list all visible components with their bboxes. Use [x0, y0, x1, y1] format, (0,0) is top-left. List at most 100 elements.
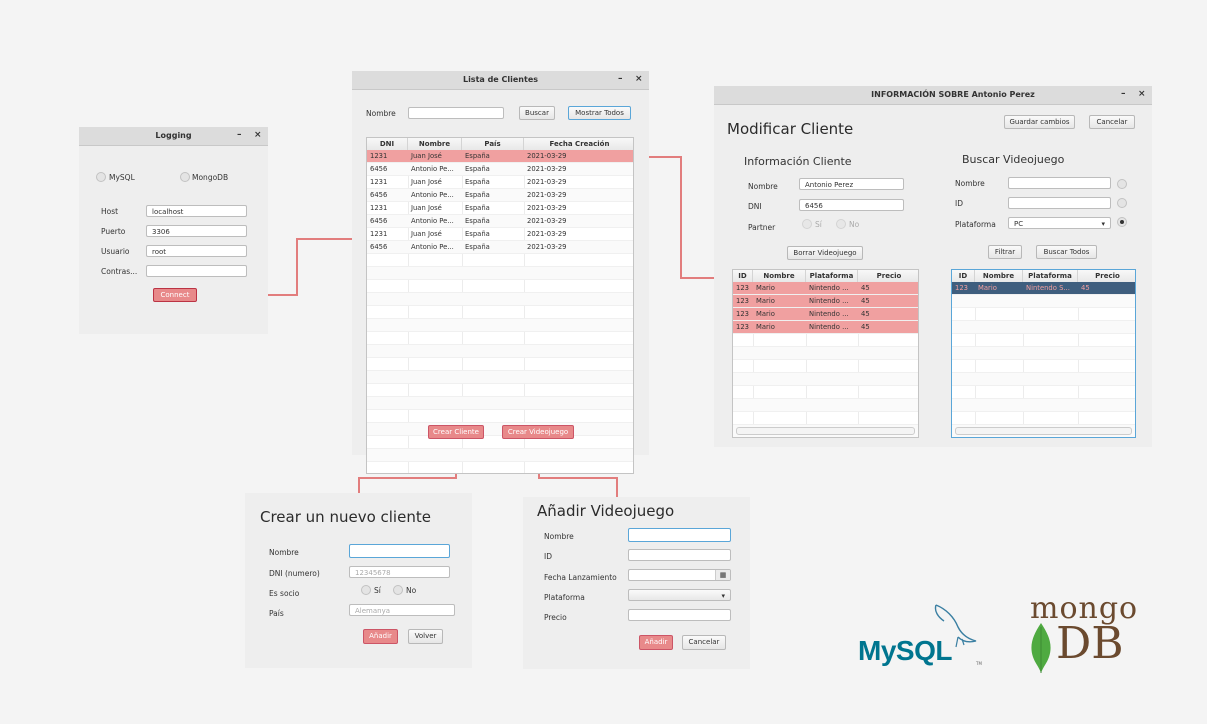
table-row[interactable]: 1231 Juan José España 2021-03-29: [367, 228, 633, 241]
table-cell: España: [465, 165, 490, 173]
dni-field[interactable]: 12345678: [349, 566, 450, 578]
host-field[interactable]: localhost: [146, 205, 247, 217]
info-cliente-heading: Información Cliente: [744, 155, 852, 168]
table-cell: 1231: [370, 178, 388, 186]
b-plataforma-radio[interactable]: [1117, 217, 1127, 227]
table-row[interactable]: 6456 Antonio Pe... España 2021-03-29: [367, 215, 633, 228]
partner-no-radio[interactable]: [836, 219, 846, 229]
table-row[interactable]: 123 Mario Nintendo S... 45: [952, 282, 1135, 295]
table-row[interactable]: 123 Mario Nintendo ... 45: [733, 321, 918, 334]
column-header[interactable]: Nombre: [753, 270, 806, 282]
b-nombre-field[interactable]: [1008, 177, 1111, 189]
cancelar-button[interactable]: Cancelar: [682, 635, 726, 650]
user-field[interactable]: root: [146, 245, 247, 257]
b-nombre-label: Nombre: [955, 179, 985, 188]
anadir-button[interactable]: Añadir: [363, 629, 398, 644]
table-cell: 2021-03-29: [527, 178, 567, 186]
table-row[interactable]: 123 Mario Nintendo ... 45: [733, 295, 918, 308]
id-field[interactable]: [628, 549, 731, 561]
minimize-icon[interactable]: –: [1121, 89, 1126, 99]
fecha-label: Fecha Lanzamiento: [544, 573, 617, 582]
column-header[interactable]: Precio: [1078, 270, 1135, 282]
close-icon[interactable]: ×: [635, 74, 643, 84]
column-header[interactable]: Nombre: [408, 138, 462, 150]
table-row[interactable]: 1231 Juan José España 2021-03-29: [367, 202, 633, 215]
guardar-cambios-button[interactable]: Guardar cambios: [1004, 115, 1075, 129]
mysql-radio[interactable]: [96, 172, 106, 182]
leaf-icon: [1031, 623, 1051, 673]
b-nombre-radio[interactable]: [1117, 179, 1127, 189]
column-header[interactable]: Plataforma: [1023, 270, 1078, 282]
close-icon[interactable]: ×: [254, 130, 262, 140]
table-row[interactable]: 6456 Antonio Pe... España 2021-03-29: [367, 163, 633, 176]
precio-field[interactable]: [628, 609, 731, 621]
plataforma-select[interactable]: ▾: [628, 589, 731, 601]
password-field[interactable]: [146, 265, 247, 277]
buscar-button[interactable]: Buscar: [519, 106, 555, 120]
pais-field[interactable]: Alemanya: [349, 604, 455, 616]
horizontal-scrollbar[interactable]: [955, 427, 1132, 435]
socio-no-radio[interactable]: [393, 585, 403, 595]
port-field[interactable]: 3306: [146, 225, 247, 237]
mongodb-radio[interactable]: [180, 172, 190, 182]
table-row[interactable]: 6456 Antonio Pe... España 2021-03-29: [367, 241, 633, 254]
table-cell: Mario: [978, 284, 997, 292]
table-cell: Nintendo ...: [809, 323, 849, 331]
crear-cliente-button[interactable]: Crear Cliente: [428, 425, 484, 439]
table-cell: España: [465, 230, 490, 238]
connector-line: [616, 477, 618, 497]
plataforma-select[interactable]: PC ▾: [1008, 217, 1111, 229]
connector-line: [296, 238, 298, 296]
b-id-radio[interactable]: [1117, 198, 1127, 208]
cancelar-button[interactable]: Cancelar: [1089, 115, 1135, 129]
empty-row: [733, 412, 918, 425]
filtrar-button[interactable]: Filtrar: [988, 245, 1022, 259]
fecha-field[interactable]: ▦: [628, 569, 731, 581]
dni-field[interactable]: 6456: [799, 199, 904, 211]
table-row[interactable]: 1231 Juan José España 2021-03-29: [367, 150, 633, 163]
column-header[interactable]: ID: [952, 270, 975, 282]
borrar-videojuego-button[interactable]: Borrar Videojuego: [787, 246, 863, 260]
column-header[interactable]: ID: [733, 270, 753, 282]
partner-si-radio[interactable]: [802, 219, 812, 229]
nombre-field[interactable]: [628, 528, 731, 542]
table-row[interactable]: 123 Mario Nintendo ... 45: [733, 282, 918, 295]
nombre-field[interactable]: Antonio Perez: [799, 178, 904, 190]
user-label: Usuario: [101, 247, 130, 256]
table-cell: 45: [1081, 284, 1090, 292]
buscar-todos-button[interactable]: Buscar Todos: [1036, 245, 1097, 259]
anadir-button[interactable]: Añadir: [639, 635, 673, 650]
title-bar: Logging – ×: [79, 127, 268, 146]
calendar-icon[interactable]: ▦: [715, 570, 730, 580]
nombre-field[interactable]: [349, 544, 450, 558]
crear-videojuego-button[interactable]: Crear Videojuego: [502, 425, 574, 439]
b-id-field[interactable]: [1008, 197, 1111, 209]
minimize-icon[interactable]: –: [618, 74, 623, 84]
connect-button[interactable]: Connect: [153, 288, 197, 302]
nombre-search-field[interactable]: [408, 107, 504, 119]
table-cell: Juan José: [411, 204, 442, 212]
table-cell: 123: [955, 284, 968, 292]
column-header[interactable]: Precio: [858, 270, 918, 282]
clientes-table[interactable]: DNI Nombre País Fecha Creación 1231 Juan …: [366, 137, 634, 474]
buscar-videojuegos-table[interactable]: ID Nombre Plataforma Precio 123 Mario Nint…: [951, 269, 1136, 438]
table-row[interactable]: 6456 Antonio Pe... España 2021-03-29: [367, 189, 633, 202]
horizontal-scrollbar[interactable]: [736, 427, 915, 435]
empty-row: [952, 321, 1135, 334]
cliente-videojuegos-table[interactable]: ID Nombre Plataforma Precio 123 Mario Nint…: [732, 269, 919, 438]
column-header[interactable]: País: [462, 138, 524, 150]
table-row[interactable]: 1231 Juan José España 2021-03-29: [367, 176, 633, 189]
column-header[interactable]: Nombre: [975, 270, 1023, 282]
empty-row: [367, 397, 633, 410]
socio-si-label: Sí: [374, 586, 381, 595]
close-icon[interactable]: ×: [1138, 89, 1146, 99]
mostrar-todos-button[interactable]: Mostrar Todos: [568, 106, 631, 120]
socio-si-radio[interactable]: [361, 585, 371, 595]
volver-button[interactable]: Volver: [408, 629, 443, 644]
minimize-icon[interactable]: –: [237, 130, 242, 140]
table-row[interactable]: 123 Mario Nintendo ... 45: [733, 308, 918, 321]
column-header[interactable]: Fecha Creación: [524, 138, 633, 150]
column-header[interactable]: Plataforma: [806, 270, 858, 282]
column-header[interactable]: DNI: [367, 138, 408, 150]
table-cell: Mario: [756, 323, 775, 331]
